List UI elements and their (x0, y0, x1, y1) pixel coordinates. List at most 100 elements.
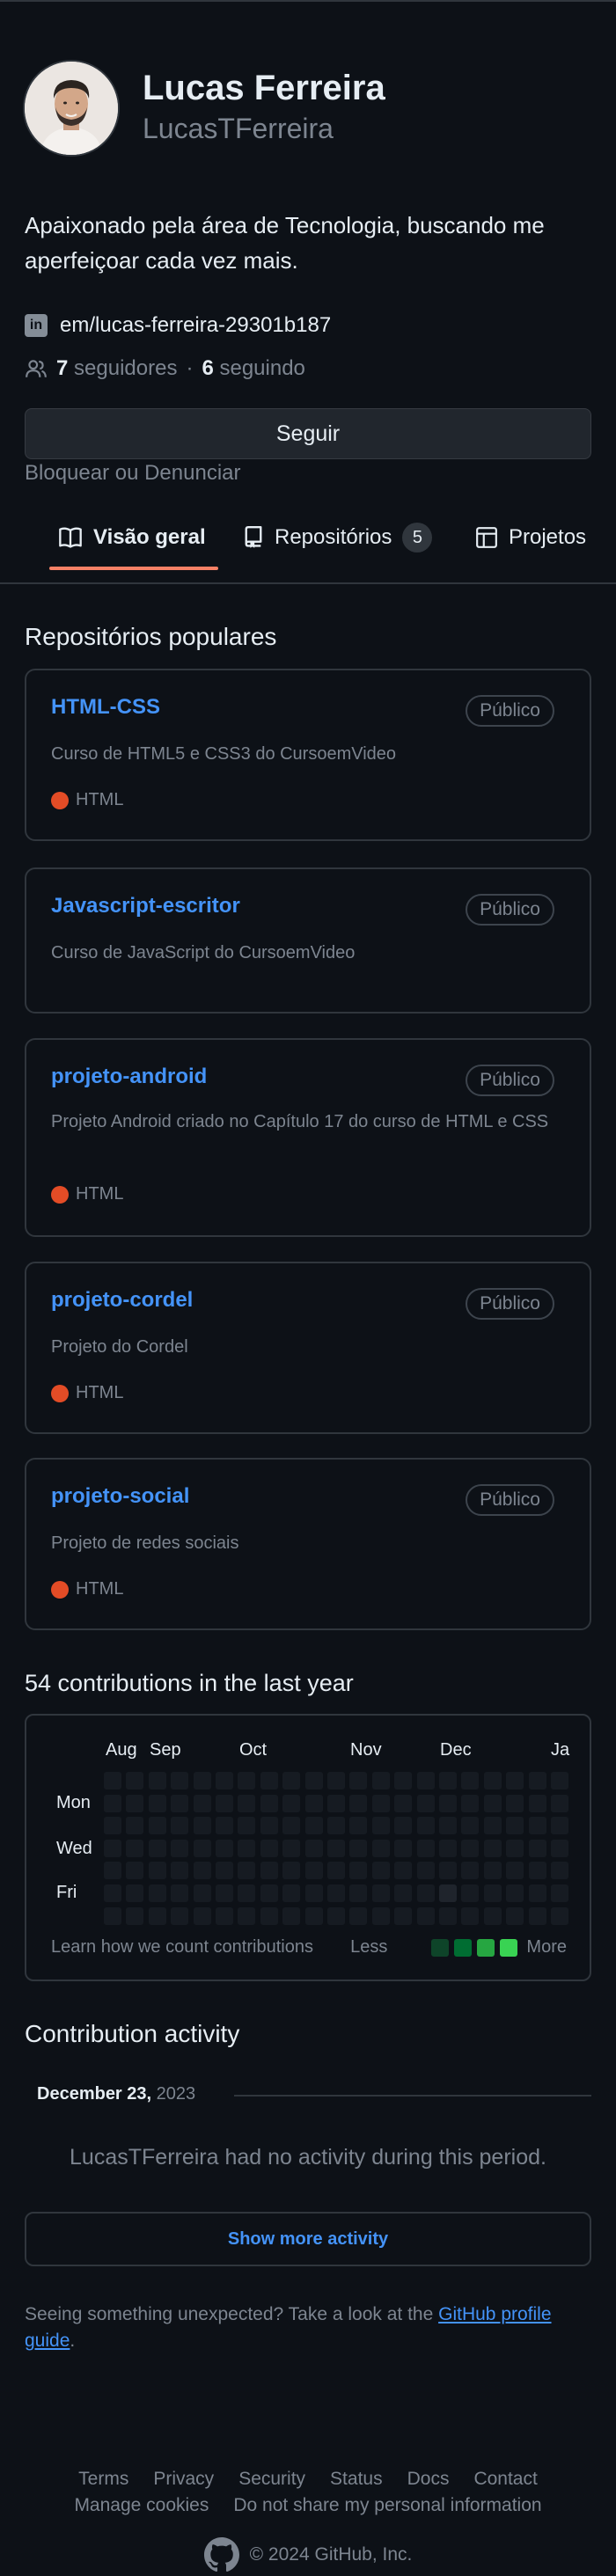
contribution-cell[interactable] (171, 1906, 189, 1925)
contribution-cell[interactable] (483, 1794, 502, 1812)
contribution-cell[interactable] (439, 1884, 457, 1902)
contribution-cell[interactable] (394, 1794, 413, 1812)
footer-docs-link[interactable]: Docs (407, 2469, 450, 2490)
contribution-cell[interactable] (216, 1772, 233, 1789)
contribution-cell[interactable] (238, 1772, 256, 1789)
contribution-cell[interactable] (171, 1884, 189, 1902)
contribution-cell[interactable] (327, 1906, 345, 1925)
contribution-cell[interactable] (238, 1794, 256, 1812)
contribution-cell[interactable] (461, 1839, 480, 1857)
contribution-cell[interactable] (126, 1884, 144, 1902)
contribution-cell[interactable] (416, 1884, 435, 1902)
contribution-cell[interactable] (238, 1839, 256, 1857)
footer-privacy-link[interactable]: Privacy (153, 2469, 214, 2490)
contribution-cell[interactable] (148, 1817, 166, 1835)
contribution-cell[interactable] (506, 1839, 524, 1857)
contribution-cell[interactable] (171, 1817, 189, 1835)
contribution-cell[interactable] (371, 1884, 390, 1902)
contribution-cell[interactable] (483, 1862, 502, 1880)
contribution-cell[interactable] (216, 1794, 233, 1812)
contribution-cell[interactable] (260, 1884, 278, 1902)
tab-projects[interactable]: Projetos (475, 505, 586, 570)
contribution-cell[interactable] (282, 1906, 301, 1925)
contribution-cell[interactable] (439, 1817, 457, 1835)
contribution-cell[interactable] (371, 1906, 390, 1925)
contribution-cell[interactable] (126, 1906, 144, 1925)
contribution-cell[interactable] (461, 1862, 480, 1880)
contribution-cell[interactable] (148, 1906, 166, 1925)
contribution-cell[interactable] (551, 1772, 568, 1789)
contribution-cell[interactable] (304, 1794, 323, 1812)
contribution-cell[interactable] (416, 1906, 435, 1925)
contribution-cell[interactable] (551, 1906, 568, 1925)
contribution-cell[interactable] (439, 1862, 457, 1880)
tab-overview[interactable]: Visão geral (58, 505, 206, 570)
contribution-cell[interactable] (260, 1817, 278, 1835)
contribution-cell[interactable] (349, 1772, 368, 1789)
avatar[interactable] (23, 60, 120, 157)
contribution-cell[interactable] (439, 1906, 457, 1925)
contribution-cell[interactable] (171, 1839, 189, 1857)
contribution-cell[interactable] (349, 1794, 368, 1812)
contribution-cell[interactable] (104, 1817, 121, 1835)
contribution-cell[interactable] (371, 1862, 390, 1880)
contribution-cell[interactable] (371, 1839, 390, 1857)
contribution-cell[interactable] (104, 1884, 121, 1902)
contribution-cell[interactable] (461, 1884, 480, 1902)
contribution-cell[interactable] (260, 1839, 278, 1857)
footer-contact-link[interactable]: Contact (473, 2469, 537, 2490)
contribution-cell[interactable] (282, 1772, 301, 1789)
contribution-cell[interactable] (349, 1906, 368, 1925)
contribution-cell[interactable] (148, 1794, 166, 1812)
github-logo-icon[interactable] (203, 2537, 239, 2572)
contribution-cell[interactable] (238, 1884, 256, 1902)
contribution-cell[interactable] (126, 1772, 144, 1789)
contribution-cell[interactable] (282, 1794, 301, 1812)
contribution-cell[interactable] (394, 1884, 413, 1902)
contribution-cell[interactable] (104, 1772, 121, 1789)
contribution-cell[interactable] (304, 1862, 323, 1880)
contribution-cell[interactable] (216, 1839, 233, 1857)
contribution-cell[interactable] (349, 1862, 368, 1880)
footer-terms-link[interactable]: Terms (78, 2469, 128, 2490)
contribution-cell[interactable] (528, 1906, 546, 1925)
contribution-cell[interactable] (506, 1906, 524, 1925)
contribution-cell[interactable] (193, 1839, 211, 1857)
contribution-cell[interactable] (104, 1862, 121, 1880)
contribution-cell[interactable] (416, 1794, 435, 1812)
contribution-cell[interactable] (327, 1817, 345, 1835)
contribution-cell[interactable] (483, 1906, 502, 1925)
contribution-cell[interactable] (148, 1862, 166, 1880)
contribution-cell[interactable] (193, 1794, 211, 1812)
contribution-cell[interactable] (416, 1817, 435, 1835)
contribution-cell[interactable] (371, 1794, 390, 1812)
contribution-cell[interactable] (461, 1817, 480, 1835)
followers-link[interactable]: 7 seguidores (56, 356, 177, 381)
contribution-cell[interactable] (394, 1772, 413, 1789)
contribution-cell[interactable] (104, 1906, 121, 1925)
contribution-cell[interactable] (148, 1839, 166, 1857)
contribution-cell[interactable] (461, 1906, 480, 1925)
contribution-cell[interactable] (304, 1817, 323, 1835)
contribution-cell[interactable] (304, 1906, 323, 1925)
repo-name-link[interactable]: projeto-android (51, 1065, 207, 1089)
contribution-cell[interactable] (483, 1817, 502, 1835)
footer-manage-cookies-link[interactable]: Manage cookies (74, 2495, 209, 2516)
contribution-cell[interactable] (506, 1794, 524, 1812)
contribution-cell[interactable] (282, 1884, 301, 1902)
contribution-cell[interactable] (304, 1884, 323, 1902)
contribution-cell[interactable] (461, 1772, 480, 1789)
contribution-cell[interactable] (349, 1839, 368, 1857)
repo-name-link[interactable]: projeto-social (51, 1484, 189, 1509)
contribution-cell[interactable] (216, 1817, 233, 1835)
contribution-cell[interactable] (171, 1862, 189, 1880)
repo-name-link[interactable]: projeto-cordel (51, 1288, 193, 1313)
contribution-cell[interactable] (528, 1772, 546, 1789)
contribution-cell[interactable] (104, 1839, 121, 1857)
contribution-cell[interactable] (216, 1906, 233, 1925)
contribution-cell[interactable] (171, 1772, 189, 1789)
learn-contributions-link[interactable]: Learn how we count contributions (51, 1937, 313, 1958)
contribution-cell[interactable] (260, 1906, 278, 1925)
contribution-cell[interactable] (483, 1772, 502, 1789)
contribution-cell[interactable] (416, 1839, 435, 1857)
